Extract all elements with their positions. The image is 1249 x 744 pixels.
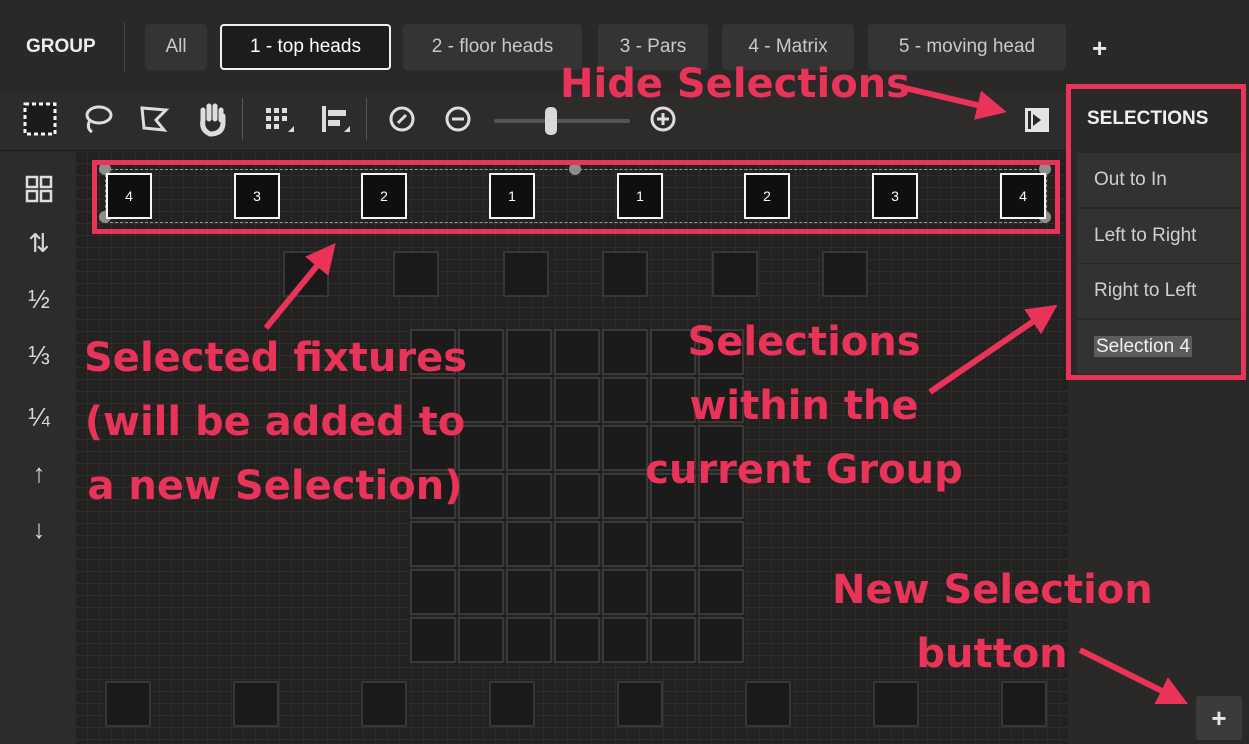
fixture[interactable] xyxy=(1001,681,1047,727)
matrix-cell[interactable] xyxy=(554,329,600,375)
fixture[interactable] xyxy=(712,251,758,297)
tab-top-heads[interactable]: 1 - top heads xyxy=(220,24,391,70)
divider xyxy=(242,98,243,140)
fixture[interactable] xyxy=(602,251,648,297)
arrow-down-icon[interactable]: ↓ xyxy=(22,511,56,547)
matrix-cell[interactable] xyxy=(458,617,504,663)
quarter-icon[interactable]: ¼ xyxy=(22,399,56,435)
highlight-box xyxy=(1066,84,1246,380)
annotation-selections-within: Selections within the current Group xyxy=(644,310,964,502)
zoom-slider-thumb[interactable] xyxy=(545,107,557,135)
annotation-line: a new Selection) xyxy=(87,463,463,509)
fixture[interactable] xyxy=(745,681,791,727)
arrow-up-icon[interactable]: ↑ xyxy=(22,455,56,491)
annotation-new-selection: New Selection button xyxy=(832,558,1153,686)
annotation-selected-fixtures: Selected fixtures (will be added to a ne… xyxy=(84,326,468,518)
lasso-icon[interactable] xyxy=(80,100,116,138)
hide-selections-icon[interactable] xyxy=(1019,100,1055,138)
fixture[interactable] xyxy=(283,251,329,297)
annotation-hide-selections: Hide Selections xyxy=(560,61,910,107)
align-icon[interactable] xyxy=(318,100,354,138)
annotation-line: New Selection xyxy=(832,567,1153,613)
fixture[interactable] xyxy=(393,251,439,297)
matrix-cell[interactable] xyxy=(650,521,696,567)
matrix-cell[interactable] xyxy=(602,569,648,615)
matrix-cell[interactable] xyxy=(698,617,744,663)
add-group-button[interactable]: + xyxy=(1092,33,1107,64)
fixture[interactable] xyxy=(489,681,535,727)
matrix-cell[interactable] xyxy=(506,329,552,375)
half-icon[interactable]: ½ xyxy=(22,281,56,317)
fixture[interactable] xyxy=(105,681,151,727)
matrix-cell[interactable] xyxy=(602,521,648,567)
fixture[interactable] xyxy=(233,681,279,727)
group-label: GROUP xyxy=(26,36,96,57)
matrix-cell[interactable] xyxy=(410,617,456,663)
matrix-cell[interactable] xyxy=(698,569,744,615)
highlight-box xyxy=(92,160,1060,234)
matrix-cell[interactable] xyxy=(506,473,552,519)
zoom-out-icon[interactable] xyxy=(440,100,476,138)
lasso-polygon-icon[interactable] xyxy=(136,100,172,138)
matrix-cell[interactable] xyxy=(458,569,504,615)
matrix-cell[interactable] xyxy=(506,569,552,615)
matrix-cell[interactable] xyxy=(410,569,456,615)
tab-all[interactable]: All xyxy=(145,24,207,70)
annotation-line: current Group xyxy=(645,447,963,493)
fixture[interactable] xyxy=(822,251,868,297)
matrix-cell[interactable] xyxy=(554,377,600,423)
tab-floor-heads[interactable]: 2 - floor heads xyxy=(403,24,582,70)
matrix-cell[interactable] xyxy=(554,521,600,567)
left-toolbar: ⇅ ½ ⅓ ¼ ↑ ↓ xyxy=(0,151,74,744)
matrix-cell[interactable] xyxy=(602,425,648,471)
new-selection-button[interactable]: + xyxy=(1196,696,1242,740)
matrix-cell[interactable] xyxy=(506,521,552,567)
matrix-cell[interactable] xyxy=(554,473,600,519)
matrix-cell[interactable] xyxy=(506,377,552,423)
zoom-slider-track[interactable] xyxy=(494,119,630,123)
fixture[interactable] xyxy=(361,681,407,727)
matrix-cell[interactable] xyxy=(650,569,696,615)
fixture[interactable] xyxy=(873,681,919,727)
grid-icon[interactable] xyxy=(22,171,56,207)
fixture[interactable] xyxy=(503,251,549,297)
matrix-cell[interactable] xyxy=(602,377,648,423)
matrix-cell[interactable] xyxy=(554,617,600,663)
matrix-cell[interactable] xyxy=(698,521,744,567)
matrix-cell[interactable] xyxy=(602,617,648,663)
divider xyxy=(124,22,125,72)
matrix-cell[interactable] xyxy=(410,521,456,567)
annotation-line: within the xyxy=(689,383,919,429)
matrix-cell[interactable] xyxy=(554,425,600,471)
matrix-cell[interactable] xyxy=(602,329,648,375)
annotation-line: Selected fixtures xyxy=(84,335,468,381)
matrix-cell[interactable] xyxy=(506,617,552,663)
divider xyxy=(366,98,367,140)
matrix-cell[interactable] xyxy=(554,569,600,615)
hand-pan-icon[interactable] xyxy=(194,100,230,138)
matrix-cell[interactable] xyxy=(506,425,552,471)
annotation-line: Selections xyxy=(687,319,921,365)
annotation-line: button xyxy=(916,631,1068,677)
swap-order-icon[interactable]: ⇅ xyxy=(22,225,56,261)
fixture[interactable] xyxy=(617,681,663,727)
matrix-cell[interactable] xyxy=(602,473,648,519)
rect-select-icon[interactable] xyxy=(22,100,58,138)
zoom-reset-icon[interactable] xyxy=(384,100,420,138)
matrix-cell[interactable] xyxy=(650,617,696,663)
annotation-line: (will be added to xyxy=(84,399,466,445)
third-icon[interactable]: ⅓ xyxy=(22,337,56,373)
grid-snap-icon[interactable] xyxy=(262,100,298,138)
matrix-cell[interactable] xyxy=(458,521,504,567)
